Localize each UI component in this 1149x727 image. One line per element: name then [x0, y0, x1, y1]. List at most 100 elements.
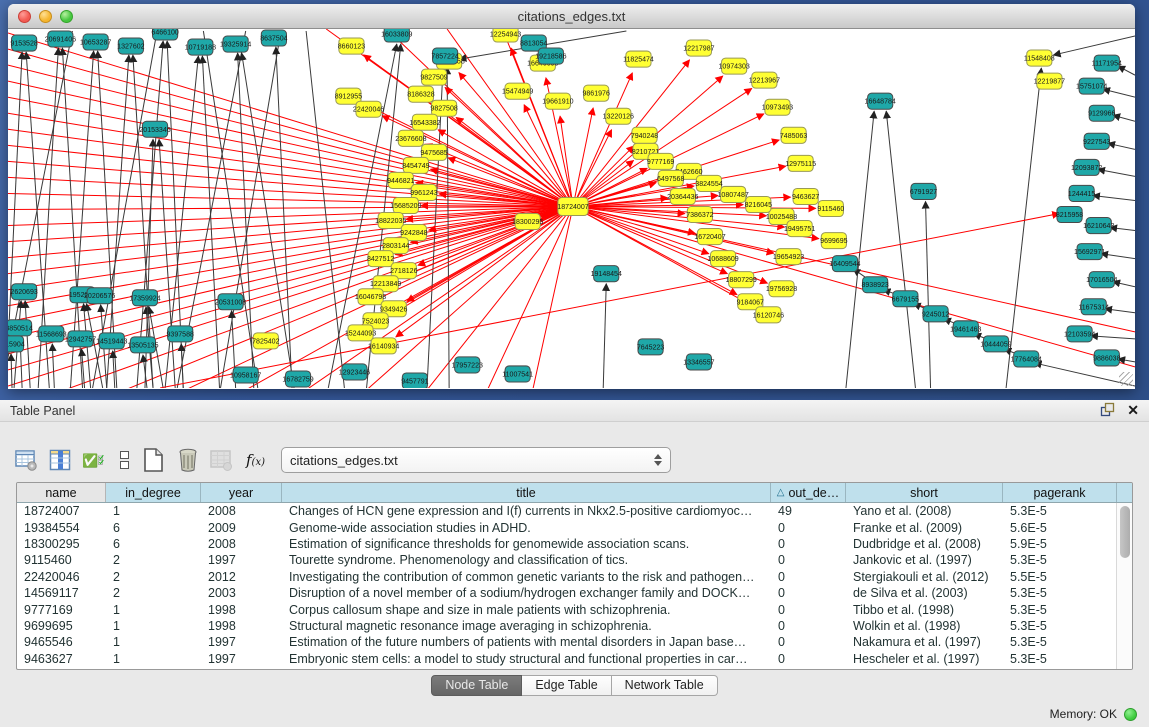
cell-year[interactable]: 1997 — [201, 635, 282, 649]
graph-node[interactable]: 19461463 — [950, 321, 981, 337]
delete-table-icon[interactable] — [209, 447, 234, 473]
window-resize-grip[interactable] — [1119, 372, 1133, 386]
tab-edge-table[interactable]: Edge Table — [522, 675, 611, 696]
cell-pagerank[interactable]: 5.3E-5 — [1003, 504, 1117, 518]
float-panel-icon[interactable] — [1100, 402, 1115, 420]
graph-node[interactable]: 11825474 — [623, 51, 654, 67]
function-builder-icon[interactable]: f(x) — [243, 447, 268, 473]
show-columns-icon[interactable] — [48, 447, 73, 473]
graph-node[interactable]: 7857224 — [431, 48, 458, 64]
graph-node[interactable]: 16120746 — [753, 307, 784, 323]
cell-out_degree[interactable]: 0 — [771, 652, 846, 666]
graph-node[interactable]: 15685209 — [390, 197, 421, 213]
cell-in_degree[interactable]: 1 — [106, 635, 201, 649]
graph-node[interactable]: 9827509 — [420, 69, 447, 85]
graph-node[interactable]: 9129966 — [1088, 105, 1115, 121]
cell-in_degree[interactable]: 2 — [106, 586, 201, 600]
graph-node[interactable]: 19325914 — [220, 36, 251, 52]
graph-node[interactable]: 11675314 — [1078, 299, 1109, 315]
graph-node[interactable]: 8637504 — [260, 30, 287, 46]
graph-node[interactable]: 15692971 — [1074, 244, 1105, 260]
graph-node[interactable]: 2620693 — [10, 284, 37, 300]
table-row[interactable]: 977716911998Corpus callosum shape and si… — [17, 601, 1132, 617]
cell-name[interactable]: 18300295 — [17, 537, 106, 551]
cell-pagerank[interactable]: 5.3E-5 — [1003, 635, 1117, 649]
table-vertical-scrollbar[interactable] — [1116, 503, 1132, 669]
graph-node[interactable]: 7940248 — [631, 127, 658, 143]
graph-node[interactable]: 20206576 — [84, 288, 115, 304]
cell-short[interactable]: Tibbo et al. (1998) — [846, 603, 1003, 617]
cell-out_degree[interactable]: 0 — [771, 553, 846, 567]
cell-short[interactable]: Dudbridge et al. (2008) — [846, 537, 1003, 551]
graph-node[interactable]: 11568693 — [36, 326, 67, 342]
graph-node[interactable]: 16033809 — [381, 29, 412, 42]
table-selector-dropdown[interactable]: citations_edges.txt — [281, 447, 671, 473]
graph-node[interactable]: 14519443 — [96, 333, 127, 349]
cell-short[interactable]: de Silva et al. (2003) — [846, 586, 1003, 600]
graph-node[interactable]: 7485063 — [780, 127, 807, 143]
graph-node[interactable]: 13505135 — [127, 337, 158, 353]
graph-node[interactable]: 17764084 — [1011, 351, 1042, 367]
graph-node[interactable]: 8427512 — [367, 251, 394, 267]
cell-title[interactable]: Estimation of the future numbers of pati… — [282, 635, 771, 649]
memory-status-icon[interactable] — [1124, 708, 1137, 721]
graph-node[interactable]: 6679155 — [892, 291, 919, 307]
table-row[interactable]: 946554611997Estimation of the future num… — [17, 634, 1132, 650]
table-row[interactable]: 1872400712008Changes of HCN gene express… — [17, 503, 1132, 519]
table-row[interactable]: 911546021997Tourette syndrome. Phenomeno… — [17, 552, 1132, 568]
table-row[interactable]: 2242004622012Investigating the contribut… — [17, 569, 1132, 585]
cell-short[interactable]: Hescheler et al. (1997) — [846, 652, 1003, 666]
cell-pagerank[interactable]: 5.6E-5 — [1003, 521, 1117, 535]
cell-title[interactable]: Estimation of significance thresholds fo… — [282, 537, 771, 551]
graph-node[interactable]: 19218586 — [535, 48, 566, 64]
tab-network-table[interactable]: Network Table — [612, 675, 718, 696]
graph-node[interactable]: 12103594 — [1064, 326, 1095, 342]
graph-node[interactable]: 18724007 — [557, 197, 588, 215]
cell-out_degree[interactable]: 0 — [771, 521, 846, 535]
graph-node[interactable]: 10807487 — [718, 186, 749, 202]
zoom-window-button[interactable] — [60, 10, 73, 23]
cell-short[interactable]: Stergiakouli et al. (2012) — [846, 570, 1003, 584]
cell-year[interactable]: 1997 — [201, 553, 282, 567]
cell-title[interactable]: Tourette syndrome. Phenomenology and cla… — [282, 553, 771, 567]
graph-node[interactable]: 3824554 — [695, 175, 722, 191]
column-header-out_degree[interactable]: △out_de… — [771, 483, 846, 502]
cell-out_degree[interactable]: 0 — [771, 619, 846, 633]
clear-selection-icon[interactable] — [116, 447, 132, 473]
graph-node[interactable]: 9397588 — [167, 326, 194, 342]
cell-title[interactable]: Corpus callosum shape and size in male p… — [282, 603, 771, 617]
graph-node[interactable]: 9446821 — [387, 172, 414, 188]
graph-node[interactable]: 19654923 — [773, 249, 804, 265]
cell-name[interactable]: 9115460 — [17, 553, 106, 567]
table-row[interactable]: 1456911722003Disruption of a novel membe… — [17, 585, 1132, 601]
table-row[interactable]: 1938455462009Genome-wide association stu… — [17, 519, 1132, 535]
cell-name[interactable]: 9463627 — [17, 652, 106, 666]
graph-node[interactable]: 13220126 — [603, 108, 634, 124]
graph-node[interactable]: 16782759 — [282, 371, 313, 387]
graph-node[interactable]: 6466100 — [151, 29, 178, 40]
graph-node[interactable]: 7386372 — [686, 206, 713, 222]
graph-node[interactable]: 20153346 — [139, 121, 170, 137]
graph-node[interactable]: 10974303 — [719, 58, 750, 74]
graph-node[interactable]: 8216045 — [745, 196, 772, 212]
graph-node[interactable]: 9886038 — [1093, 350, 1120, 366]
graph-node[interactable]: 9699695 — [820, 233, 847, 249]
graph-node[interactable]: 23676608 — [395, 130, 426, 146]
graph-node[interactable]: 12219877 — [1034, 73, 1065, 89]
cell-pagerank[interactable]: 5.3E-5 — [1003, 553, 1117, 567]
graph-node[interactable]: 19495751 — [784, 221, 815, 237]
graph-node[interactable]: 12093872 — [1071, 159, 1102, 175]
cell-out_degree[interactable]: 0 — [771, 603, 846, 617]
graph-node[interactable]: 16210643 — [1083, 218, 1114, 234]
column-header-name[interactable]: name — [17, 483, 106, 502]
graph-node[interactable]: 12217987 — [683, 40, 714, 56]
graph-node[interactable]: 9777169 — [647, 153, 674, 169]
column-header-title[interactable]: title — [282, 483, 771, 502]
column-header-in_degree[interactable]: in_degree — [106, 483, 201, 502]
graph-node[interactable]: 19148454 — [591, 266, 622, 282]
cell-short[interactable]: Nakamura et al. (1997) — [846, 635, 1003, 649]
network-window-titlebar[interactable]: citations_edges.txt — [8, 4, 1135, 29]
table-settings-icon[interactable] — [14, 447, 39, 473]
graph-node[interactable]: 15244093 — [345, 325, 376, 341]
cell-year[interactable]: 1998 — [201, 603, 282, 617]
